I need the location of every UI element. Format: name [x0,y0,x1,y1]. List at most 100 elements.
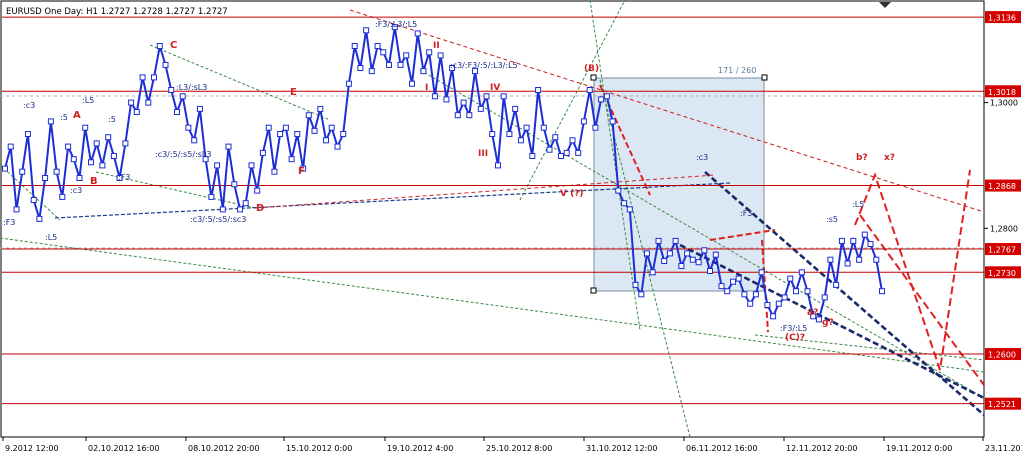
price-point-145 [833,281,840,288]
price-point-21 [122,140,129,147]
price-point-17 [99,162,106,169]
price-point-137 [787,275,794,282]
price-point-46 [265,124,272,131]
x-tick-label-0: 9.2012 12:00 [5,444,59,453]
price-point-116 [666,250,673,257]
price-point-147 [844,260,851,267]
price-point-65 [374,43,381,49]
price-point-26 [151,74,157,81]
annotation-label-11: D [256,203,264,214]
price-point-153 [879,288,885,295]
price-point-51 [294,131,301,137]
price-point-152 [873,256,880,263]
price-point-108 [621,200,628,207]
annotation-label-22: :c3/:F3/:5/:L3/:L5 [450,61,518,70]
price-point-16 [93,140,100,147]
price-point-112 [644,250,650,257]
price-point-41 [237,206,243,213]
price-point-135 [775,300,782,307]
annotation-label-23: :F3/:L3/:L5 [375,20,417,29]
annotation-label-21: V (?) [560,189,584,199]
price-point-105 [603,93,610,100]
chart-root: 171 / 260 1,3136 1,3018 1,2868 1,2767 1,… [0,0,1022,457]
x-tick-label-7: 06.11.2012 16:00 [686,444,757,453]
price-point-123 [707,268,713,274]
x-tick-label-1: 02.10.2012 16:00 [88,444,159,453]
x-tick-label-9: 19.11.2012 0:00 [886,444,952,453]
price-point-25 [145,99,152,106]
axis-ticks: 1,3000 1,2800 [984,99,1018,233]
price-point-124 [712,251,719,258]
price-point-56 [323,137,329,144]
price-point-115 [661,258,668,264]
price-point-113 [649,269,656,276]
x-tick-label-4: 19.10.2012 4:00 [387,444,453,453]
price-point-61 [351,43,358,49]
price-point-132 [758,269,765,276]
price-point-4 [24,131,31,137]
x-tick-label-3: 15.10.2012 0:00 [286,444,352,453]
annotation-label-31: :F3 [740,209,752,218]
price-point-28 [162,61,169,68]
price-point-98 [563,149,570,156]
fib-zone-anchor-3[interactable] [590,287,597,294]
x-tick-label-2: 08.10.2012 20:00 [188,444,259,453]
price-point-8 [47,118,54,125]
price-point-15 [88,159,94,166]
price-point-13 [76,175,83,181]
price-point-34 [196,105,203,112]
price-point-117 [672,237,679,244]
price-point-19 [110,153,117,159]
price-point-22 [128,99,135,106]
price-point-90 [517,137,524,144]
price-point-84 [483,93,490,100]
price-point-72 [414,30,421,37]
annotation-label-28: x? [884,153,895,163]
annotation-label-20: IV [490,83,500,93]
chart-title: EURUSD One Day: H1 1.2727 1.2728 1.2727 … [6,7,228,17]
price-point-130 [747,300,754,307]
price-point-140 [804,288,811,295]
annotation-label-33: :s5 [826,215,838,224]
price-point-53 [305,112,312,119]
price-point-99 [569,137,576,144]
price-point-118 [678,263,685,269]
price-point-138 [793,288,799,295]
annotation-label-29: g? [822,318,834,328]
price-point-75 [431,93,438,100]
price-point-36 [208,193,215,200]
price-point-9 [53,168,60,175]
price-point-49 [282,124,289,131]
y-tick-label-0: 1,3000 [990,99,1018,108]
price-point-109 [626,206,633,213]
fib-zone-box-label: 171 / 260 [718,66,756,75]
price-point-40 [231,181,238,188]
annotation-label-24: (B) [584,64,599,74]
price-point-12 [70,156,77,163]
price-point-14 [82,124,89,131]
price-point-80 [460,99,467,106]
price-point-144 [827,256,834,263]
price-point-73 [420,68,427,75]
annotation-label-26: a? [807,308,818,318]
fib-zone-anchor-1[interactable] [590,74,597,81]
price-point-120 [689,256,696,263]
price-point-55 [317,105,324,112]
price-point-24 [139,74,146,81]
y-tick-label-1: 1,2800 [990,224,1018,233]
price-point-6 [36,215,43,222]
annotation-label-1: :L5 [45,233,57,242]
price-point-43 [248,162,255,169]
price-point-32 [185,124,192,131]
level-tag-label-0: 1,3136 [988,14,1016,23]
price-point-129 [741,291,748,298]
annotation-label-6: :5 [108,115,116,124]
price-point-27 [156,43,163,49]
x-tick-label-5: 25.10.2012 8:00 [486,444,552,453]
annotation-label-10: C [170,40,177,51]
price-point-87 [500,93,507,100]
price-point-104 [598,96,605,103]
price-point-79 [454,112,461,119]
price-point-3 [19,168,26,175]
fib-zone-anchor-2[interactable] [761,74,768,81]
